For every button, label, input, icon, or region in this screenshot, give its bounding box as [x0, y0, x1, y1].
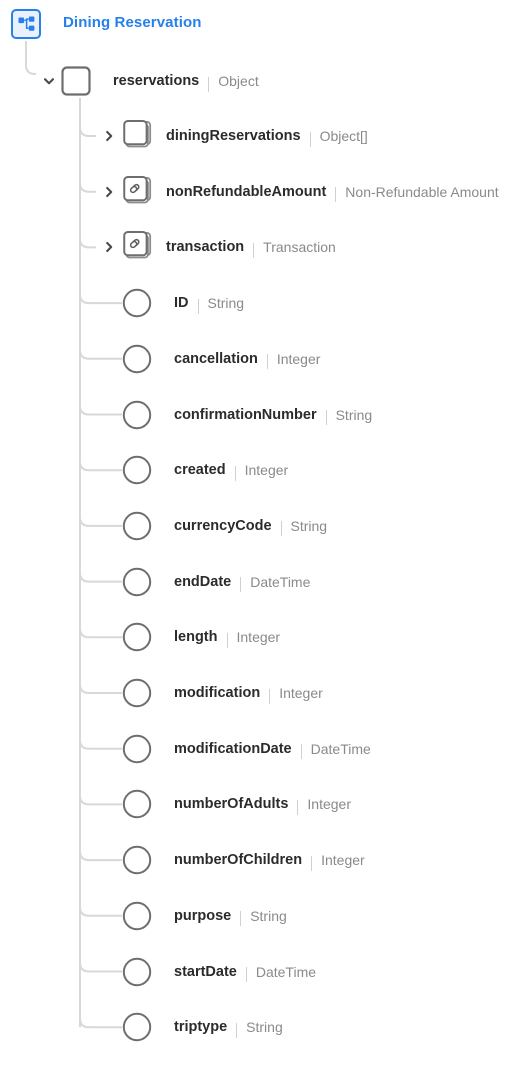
node-name: numberOfChildren: [174, 852, 303, 869]
node-type: DateTime: [255, 963, 317, 980]
tree-node-leaf-text: created Integer: [174, 459, 288, 481]
node-divider: [269, 688, 271, 704]
tree-node-branch-text: diningReservations Object[]: [166, 125, 368, 147]
tree-node-leaf-text: modification Integer: [174, 682, 323, 704]
chevron-right-icon[interactable]: [102, 185, 116, 199]
circle-node-icon[interactable]: [120, 676, 154, 710]
chevron-down-icon[interactable]: [42, 74, 56, 88]
node-type: Integer: [236, 629, 281, 646]
tree-node-leaf-text: purpose String: [174, 905, 287, 927]
circle-node-icon[interactable]: [120, 565, 154, 599]
node-type: Integer: [244, 462, 289, 479]
tree-node-leaf-text: numberOfAdults Integer: [174, 793, 351, 815]
circle-node-icon[interactable]: [120, 453, 154, 487]
stacked-squares-link-icon[interactable]: [120, 228, 158, 262]
node-divider: [253, 242, 255, 258]
tree-node-branch-text: transaction Transaction: [166, 236, 336, 258]
node-type: DateTime: [310, 740, 371, 757]
circle-node-icon[interactable]: [120, 787, 154, 821]
square-node-icon[interactable]: [59, 64, 93, 98]
node-divider: [240, 911, 242, 927]
stacked-squares-icon[interactable]: [120, 117, 158, 151]
circle-node-icon[interactable]: [120, 955, 154, 989]
node-name: triptype: [174, 1019, 228, 1036]
circle-node-icon[interactable]: [120, 342, 154, 376]
node-name: transaction: [166, 239, 245, 256]
node-name: modificationDate: [174, 740, 292, 757]
circle-node-icon[interactable]: [120, 1010, 154, 1044]
tree-node-leaf-text: endDate DateTime: [174, 571, 310, 593]
node-divider: [208, 76, 210, 92]
chevron-right-icon[interactable]: [102, 240, 116, 254]
node-name: confirmationNumber: [174, 406, 317, 423]
tree-node-leaf-text: confirmationNumber String: [174, 404, 372, 426]
node-divider: [226, 632, 228, 648]
node-name: endDate: [174, 573, 232, 590]
node-name: modification: [174, 685, 261, 701]
node-divider: [300, 744, 302, 760]
node-type: Non-Refundable Amount: [345, 183, 499, 200]
circle-node-icon[interactable]: [120, 509, 154, 543]
node-name: purpose: [174, 907, 232, 924]
node-type: Integer: [321, 852, 365, 869]
page-title: Dining Reservation: [63, 14, 202, 31]
tree-node-leaf-text: triptype String: [174, 1016, 283, 1038]
node-divider: [297, 799, 299, 815]
node-divider: [266, 354, 268, 370]
node-type: String: [290, 517, 328, 534]
node-type: DateTime: [250, 573, 311, 590]
node-divider: [240, 577, 242, 593]
hierarchy-icon: [11, 9, 41, 39]
circle-node-icon[interactable]: [120, 843, 154, 877]
node-type: Object[]: [319, 128, 368, 144]
tree-node-leaf-text: modificationDate DateTime: [174, 738, 371, 760]
node-name: created: [174, 462, 226, 479]
node-type: Integer: [307, 796, 351, 813]
node-type: Object: [218, 73, 259, 89]
tree-node-leaf-text: cancellation Integer: [174, 348, 320, 370]
node-type: Integer: [279, 685, 323, 701]
node-divider: [335, 187, 337, 203]
tree-node-leaf-text: currencyCode String: [174, 515, 327, 537]
node-type: String: [250, 907, 287, 924]
tree-node-root-text: reservations Object: [113, 70, 259, 92]
tree-node-branch-text: nonRefundableAmount Non-Refundable Amount: [166, 181, 499, 203]
tree-node-leaf-text: ID String: [174, 292, 244, 314]
circle-node-icon[interactable]: [120, 620, 154, 654]
node-divider: [325, 410, 327, 425]
node-name: startDate: [174, 963, 237, 980]
node-divider: [280, 521, 282, 537]
node-type: String: [246, 1019, 283, 1036]
circle-node-icon[interactable]: [120, 398, 154, 432]
node-name: cancellation: [174, 350, 258, 367]
stacked-squares-link-icon[interactable]: [120, 173, 158, 207]
node-divider: [245, 967, 247, 982]
node-divider: [197, 298, 199, 314]
tree-node-leaf-text: startDate DateTime: [174, 961, 316, 983]
node-type: String: [335, 406, 373, 423]
node-divider: [309, 131, 311, 147]
node-name: diningReservations: [166, 128, 301, 144]
node-name: ID: [174, 295, 189, 312]
node-name: nonRefundableAmount: [166, 183, 327, 200]
node-divider: [311, 855, 313, 871]
node-type: String: [207, 295, 245, 312]
node-name: reservations: [113, 73, 200, 89]
node-divider: [234, 465, 236, 481]
chevron-right-icon[interactable]: [102, 129, 116, 143]
tree-node-leaf-text: length Integer: [174, 626, 280, 648]
node-type: Integer: [276, 350, 321, 367]
tree-node-leaf-text: numberOfChildren Integer: [174, 849, 365, 871]
circle-node-icon[interactable]: [120, 732, 154, 766]
circle-node-icon[interactable]: [120, 899, 154, 933]
circle-node-icon[interactable]: [120, 286, 154, 320]
node-name: currencyCode: [174, 517, 272, 534]
node-type: Transaction: [263, 239, 336, 256]
node-divider: [236, 1022, 238, 1038]
node-name: length: [174, 629, 218, 646]
node-name: numberOfAdults: [174, 796, 289, 813]
